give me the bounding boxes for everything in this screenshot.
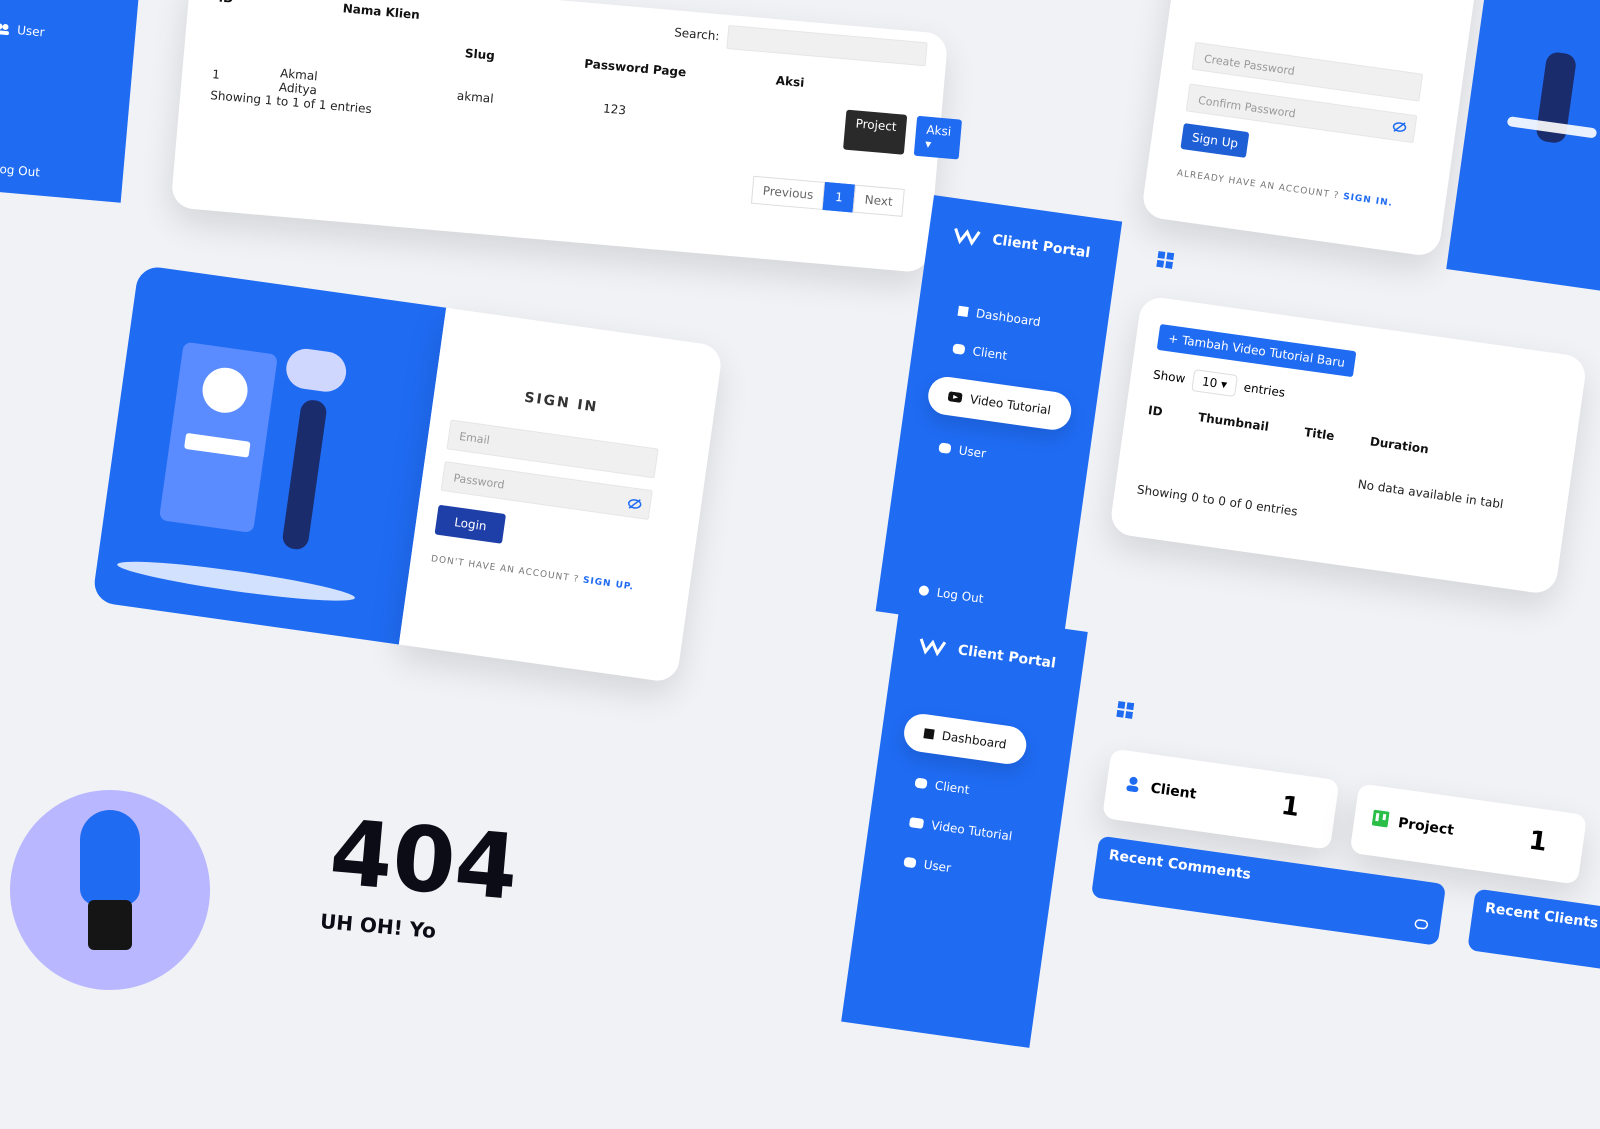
signin-title: SIGN IN [523, 389, 600, 416]
sidebar-item-label: Dashboard [940, 728, 1008, 752]
eye-slash-icon[interactable] [627, 497, 643, 511]
portal1-sidebar: Client Portal Dashboard Client Video Tut… [875, 195, 1123, 638]
sidebar-item-label: Dashboard [975, 306, 1042, 330]
brand-name: Client Portal [991, 231, 1092, 262]
chat-icon[interactable] [1413, 918, 1429, 932]
user-icon [1126, 776, 1139, 793]
logout-label: Log Out [0, 161, 41, 180]
entries-label: entries [1242, 380, 1287, 400]
pagination-page-1[interactable]: 1 [823, 182, 856, 213]
sidebar-item-user[interactable]: User [938, 440, 987, 461]
recent-clients-title: Recent Clients [1484, 900, 1600, 932]
error-message: UH OH! Yo [319, 908, 437, 944]
dashboard-icon [923, 728, 935, 740]
not-found-section: 404 UH OH! Yo [0, 640, 820, 990]
col-id[interactable]: ID [218, 0, 234, 6]
project-icon [1371, 809, 1390, 828]
portal2-sidebar: Client Portal Dashboard Client Video Tut… [841, 605, 1088, 1048]
sidebar: User Log Out [0, 0, 150, 203]
sidebar-item-label: Video Tutorial [969, 392, 1052, 418]
logout-icon [918, 584, 930, 597]
create-password-placeholder: Create Password [1203, 52, 1296, 78]
users-icon [0, 23, 9, 36]
project-stat-card: Project 1 [1349, 783, 1588, 885]
search-input[interactable] [726, 24, 928, 67]
top-grid-icon-wrap [1156, 250, 1175, 273]
col-id[interactable]: ID [1147, 403, 1163, 419]
cell-id: 1 [211, 67, 221, 82]
col-duration[interactable]: Duration [1369, 434, 1430, 456]
password-placeholder: Password [452, 471, 506, 492]
sidebar-item-dashboard[interactable]: Dashboard [901, 711, 1029, 767]
login-button[interactable]: Login [434, 504, 507, 544]
sidebar-item-label: User [957, 443, 987, 461]
project-button[interactable]: Project [843, 109, 908, 155]
entries-select[interactable]: 10 ▾ [1191, 369, 1238, 397]
sidebar-item-dashboard[interactable]: Dashboard [957, 304, 1041, 329]
col-slug[interactable]: Slug [464, 46, 495, 63]
youtube-icon [947, 391, 963, 403]
recent-comments-title: Recent Comments [1107, 847, 1252, 883]
top-grid-icon-wrap [1116, 700, 1135, 723]
cell-slug: akmal [456, 88, 495, 106]
sidebar-item-client[interactable]: Client [952, 341, 1009, 363]
logout-item[interactable]: Log Out [918, 583, 984, 606]
no-data-message: No data available in tabl [1357, 477, 1505, 512]
signin-card: SIGN IN Email Password Login DON'T HAVE … [398, 307, 724, 684]
signin-illustration [91, 264, 447, 645]
col-title[interactable]: Title [1303, 425, 1335, 443]
sidebar-item-label: User [16, 23, 46, 40]
project-stat-value: 1 [1526, 825, 1549, 858]
show-label: Show [1152, 367, 1187, 386]
video-tutorial-card: + Tambah Video Tutorial Baru Show 10 ▾ e… [1108, 295, 1588, 596]
users-icon [903, 856, 917, 869]
eye-slash-icon[interactable] [1392, 120, 1408, 134]
col-aksi[interactable]: Aksi [775, 73, 805, 89]
col-password-page[interactable]: Password Page [584, 57, 687, 80]
brand-name: Client Portal [956, 642, 1057, 672]
cell-password: 123 [602, 101, 627, 118]
sidebar-item-client[interactable]: Client [914, 776, 970, 797]
brand-logo-icon [919, 638, 947, 657]
sidebar-item-video-tutorial[interactable]: Video Tutorial [908, 815, 1014, 844]
sidebar-item-label: Client [933, 778, 971, 798]
error-code: 404 [325, 800, 523, 921]
client-stat-label: Client [1149, 780, 1198, 803]
sidebar-item-user[interactable]: User [903, 855, 952, 875]
users-icon [914, 777, 928, 790]
dont-have-account-text: DON'T HAVE AN ACCOUNT ? [430, 554, 584, 586]
client-stat-card: Client 1 [1102, 748, 1340, 850]
logout-item[interactable]: Log Out [0, 160, 41, 180]
cell-nama: Akmal Aditya [278, 66, 319, 98]
signup-link[interactable]: SIGN UP. [582, 576, 634, 593]
sidebar-item-label: User [922, 857, 952, 876]
sidebar-item-video-tutorial[interactable]: Video Tutorial [925, 374, 1074, 433]
lightbulb-illustration [10, 790, 210, 990]
pagination-previous[interactable]: Previous [750, 175, 826, 210]
sidebar-item-user[interactable]: User [0, 21, 45, 39]
youtube-icon [908, 817, 925, 829]
email-placeholder: Email [458, 429, 491, 448]
users-icon [938, 442, 952, 454]
signin-link[interactable]: SIGN IN. [1342, 192, 1393, 209]
sidebar-item-label: Video Tutorial [930, 818, 1014, 844]
brand-logo-icon [954, 228, 981, 246]
signup-button[interactable]: Sign Up [1180, 123, 1250, 159]
sidebar-item-label: Client [971, 344, 1009, 363]
confirm-password-placeholder: Confirm Password [1197, 93, 1297, 121]
col-nama-klien[interactable]: Nama Klien [342, 1, 420, 22]
grid-icon[interactable] [1116, 700, 1135, 720]
users-icon [952, 343, 966, 355]
project-stat-label: Project [1397, 815, 1455, 839]
client-stat-value: 1 [1279, 790, 1302, 824]
search-label: Search: [673, 25, 721, 44]
logout-label: Log Out [935, 585, 985, 606]
grid-icon[interactable] [1156, 250, 1175, 270]
showing-entries: Showing 0 to 0 of 0 entries [1136, 482, 1299, 519]
entries-select-value: 10 [1201, 374, 1219, 391]
col-thumbnail[interactable]: Thumbnail [1197, 410, 1269, 434]
dashboard-icon [957, 305, 969, 318]
